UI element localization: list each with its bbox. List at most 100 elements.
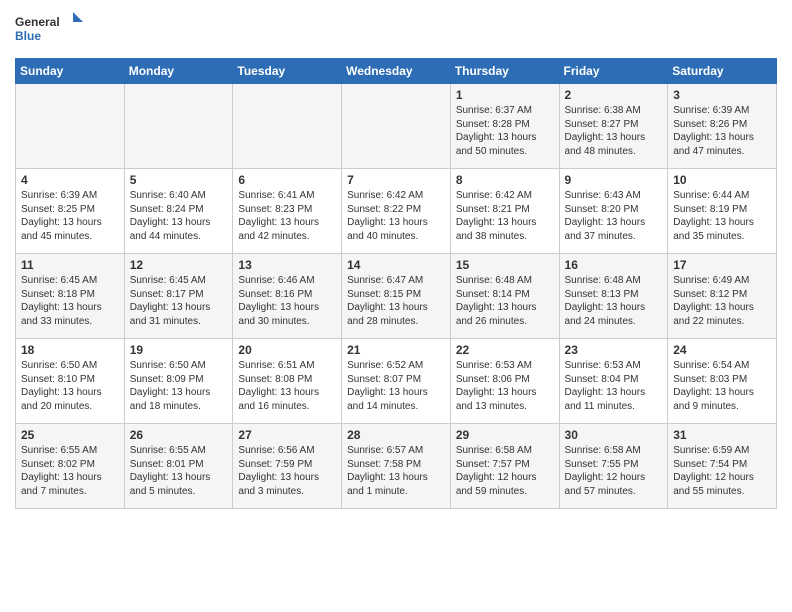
calendar-week-1: 1 Sunrise: 6:37 AM Sunset: 8:28 PM Daylig… — [16, 84, 777, 169]
day-info: Sunrise: 6:49 AM Sunset: 8:12 PM Dayligh… — [673, 274, 771, 328]
day-info: Sunrise: 6:37 AM Sunset: 8:28 PM Dayligh… — [456, 104, 554, 158]
calendar-cell: 4Sunrise: 6:39 AM Sunset: 8:25 PM Daylig… — [16, 169, 125, 254]
header-wednesday: Wednesday — [342, 59, 451, 84]
day-info: Sunrise: 6:45 AM Sunset: 8:17 PM Dayligh… — [130, 274, 228, 328]
logo-svg: General Blue — [15, 10, 85, 50]
calendar-cell: 7 Sunrise: 6:42 AM Sunset: 8:22 PM Daylig… — [342, 169, 451, 254]
calendar-cell: 1 Sunrise: 6:37 AM Sunset: 8:28 PM Daylig… — [450, 84, 559, 169]
day-info: Sunrise: 6:42 AM Sunset: 8:22 PM Dayligh… — [347, 189, 445, 243]
calendar-cell: 21 Sunrise: 6:52 AM Sunset: 8:07 PM Dayli… — [342, 339, 451, 424]
day-number: 24 — [673, 343, 771, 357]
day-number: 8 — [456, 173, 554, 187]
calendar-cell: 25 Sunrise: 6:55 AM Sunset: 8:02 PM Dayli… — [16, 424, 125, 509]
day-number: 11 — [21, 258, 119, 272]
calendar-cell — [124, 84, 233, 169]
day-number: 25 — [21, 428, 119, 442]
calendar-cell: 29 Sunrise: 6:58 AM Sunset: 7:57 PM Dayli… — [450, 424, 559, 509]
day-number: 14 — [347, 258, 445, 272]
calendar-cell: 24 Sunrise: 6:54 AM Sunset: 8:03 PM Dayli… — [668, 339, 777, 424]
calendar-cell: 27 Sunrise: 6:56 AM Sunset: 7:59 PM Dayli… — [233, 424, 342, 509]
header-monday: Monday — [124, 59, 233, 84]
calendar-cell: 8Sunrise: 6:42 AM Sunset: 8:21 PM Daylig… — [450, 169, 559, 254]
day-info: Sunrise: 6:40 AM Sunset: 8:24 PM Dayligh… — [130, 189, 228, 243]
day-number: 5 — [130, 173, 228, 187]
day-number: 22 — [456, 343, 554, 357]
day-number: 7 — [347, 173, 445, 187]
day-number: 6 — [238, 173, 336, 187]
calendar-cell: 31 Sunrise: 6:59 AM Sunset: 7:54 PM Dayli… — [668, 424, 777, 509]
calendar-cell: 18 Sunrise: 6:50 AM Sunset: 8:10 PM Dayli… — [16, 339, 125, 424]
day-info: Sunrise: 6:43 AM Sunset: 8:20 PM Dayligh… — [565, 189, 663, 243]
day-info: Sunrise: 6:47 AM Sunset: 8:15 PM Dayligh… — [347, 274, 445, 328]
day-number: 27 — [238, 428, 336, 442]
day-number: 21 — [347, 343, 445, 357]
day-info: Sunrise: 6:54 AM Sunset: 8:03 PM Dayligh… — [673, 359, 771, 413]
header-thursday: Thursday — [450, 59, 559, 84]
day-number: 16 — [565, 258, 663, 272]
day-number: 1 — [456, 88, 554, 102]
header-saturday: Saturday — [668, 59, 777, 84]
calendar-week-4: 18 Sunrise: 6:50 AM Sunset: 8:10 PM Dayli… — [16, 339, 777, 424]
calendar-cell: 30Sunrise: 6:58 AM Sunset: 7:55 PM Dayli… — [559, 424, 668, 509]
calendar-cell: 12 Sunrise: 6:45 AM Sunset: 8:17 PM Dayli… — [124, 254, 233, 339]
day-number: 23 — [565, 343, 663, 357]
day-number: 28 — [347, 428, 445, 442]
header: General Blue — [15, 10, 777, 50]
day-info: Sunrise: 6:39 AM Sunset: 8:26 PM Dayligh… — [673, 104, 771, 158]
calendar-cell — [342, 84, 451, 169]
calendar-cell — [233, 84, 342, 169]
day-info: Sunrise: 6:53 AM Sunset: 8:04 PM Dayligh… — [565, 359, 663, 413]
day-info: Sunrise: 6:48 AM Sunset: 8:13 PM Dayligh… — [565, 274, 663, 328]
svg-text:Blue: Blue — [15, 29, 41, 43]
logo: General Blue — [15, 10, 85, 50]
calendar-cell: 2 Sunrise: 6:38 AM Sunset: 8:27 PM Daylig… — [559, 84, 668, 169]
day-number: 17 — [673, 258, 771, 272]
calendar-cell: 14 Sunrise: 6:47 AM Sunset: 8:15 PM Dayli… — [342, 254, 451, 339]
day-info: Sunrise: 6:57 AM Sunset: 7:58 PM Dayligh… — [347, 444, 445, 498]
day-number: 19 — [130, 343, 228, 357]
day-info: Sunrise: 6:46 AM Sunset: 8:16 PM Dayligh… — [238, 274, 336, 328]
day-number: 2 — [565, 88, 663, 102]
calendar-cell: 22 Sunrise: 6:53 AM Sunset: 8:06 PM Dayli… — [450, 339, 559, 424]
calendar-cell: 23 Sunrise: 6:53 AM Sunset: 8:04 PM Dayli… — [559, 339, 668, 424]
day-number: 12 — [130, 258, 228, 272]
header-friday: Friday — [559, 59, 668, 84]
calendar-cell: 11 Sunrise: 6:45 AM Sunset: 8:18 PM Dayli… — [16, 254, 125, 339]
day-info: Sunrise: 6:53 AM Sunset: 8:06 PM Dayligh… — [456, 359, 554, 413]
day-number: 15 — [456, 258, 554, 272]
day-number: 13 — [238, 258, 336, 272]
day-info: Sunrise: 6:52 AM Sunset: 8:07 PM Dayligh… — [347, 359, 445, 413]
calendar-cell: 20Sunrise: 6:51 AM Sunset: 8:08 PM Dayli… — [233, 339, 342, 424]
day-info: Sunrise: 6:45 AM Sunset: 8:18 PM Dayligh… — [21, 274, 119, 328]
day-info: Sunrise: 6:55 AM Sunset: 8:02 PM Dayligh… — [21, 444, 119, 498]
day-info: Sunrise: 6:58 AM Sunset: 7:57 PM Dayligh… — [456, 444, 554, 498]
calendar-week-5: 25 Sunrise: 6:55 AM Sunset: 8:02 PM Dayli… — [16, 424, 777, 509]
header-sunday: Sunday — [16, 59, 125, 84]
day-number: 30 — [565, 428, 663, 442]
calendar-cell: 15Sunrise: 6:48 AM Sunset: 8:14 PM Dayli… — [450, 254, 559, 339]
day-number: 31 — [673, 428, 771, 442]
header-tuesday: Tuesday — [233, 59, 342, 84]
day-info: Sunrise: 6:56 AM Sunset: 7:59 PM Dayligh… — [238, 444, 336, 498]
calendar-week-2: 4Sunrise: 6:39 AM Sunset: 8:25 PM Daylig… — [16, 169, 777, 254]
calendar-cell: 5 Sunrise: 6:40 AM Sunset: 8:24 PM Daylig… — [124, 169, 233, 254]
calendar-cell: 3 Sunrise: 6:39 AM Sunset: 8:26 PM Daylig… — [668, 84, 777, 169]
day-number: 18 — [21, 343, 119, 357]
calendar-cell: 19 Sunrise: 6:50 AM Sunset: 8:09 PM Dayli… — [124, 339, 233, 424]
calendar-cell: 26Sunrise: 6:55 AM Sunset: 8:01 PM Dayli… — [124, 424, 233, 509]
day-number: 29 — [456, 428, 554, 442]
day-info: Sunrise: 6:59 AM Sunset: 7:54 PM Dayligh… — [673, 444, 771, 498]
day-number: 4 — [21, 173, 119, 187]
day-info: Sunrise: 6:50 AM Sunset: 8:09 PM Dayligh… — [130, 359, 228, 413]
day-info: Sunrise: 6:44 AM Sunset: 8:19 PM Dayligh… — [673, 189, 771, 243]
calendar-table: SundayMondayTuesdayWednesdayThursdayFrid… — [15, 58, 777, 509]
day-info: Sunrise: 6:55 AM Sunset: 8:01 PM Dayligh… — [130, 444, 228, 498]
calendar-cell — [16, 84, 125, 169]
day-info: Sunrise: 6:50 AM Sunset: 8:10 PM Dayligh… — [21, 359, 119, 413]
calendar-cell: 16 Sunrise: 6:48 AM Sunset: 8:13 PM Dayli… — [559, 254, 668, 339]
svg-text:General: General — [15, 15, 60, 29]
day-number: 10 — [673, 173, 771, 187]
day-number: 3 — [673, 88, 771, 102]
calendar-cell: 17 Sunrise: 6:49 AM Sunset: 8:12 PM Dayli… — [668, 254, 777, 339]
day-info: Sunrise: 6:38 AM Sunset: 8:27 PM Dayligh… — [565, 104, 663, 158]
